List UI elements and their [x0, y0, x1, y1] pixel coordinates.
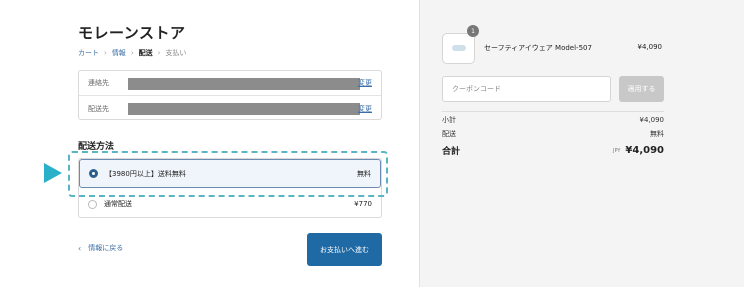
shipping-summary-label: 配送 [442, 130, 456, 138]
contact-label: 連絡先 [88, 79, 109, 87]
pointer-arrow-icon [44, 163, 62, 183]
breadcrumb-separator: › [130, 49, 134, 57]
contact-info-box: 連絡先 変更 配送先 変更 [78, 70, 382, 120]
shipping-option-price: ¥770 [354, 200, 372, 208]
shipping-summary-value: 無料 [650, 130, 664, 138]
product-price: ¥4,090 [637, 43, 663, 51]
breadcrumb-payment: 支払い [165, 49, 187, 57]
shipping-option-label: 通常配送 [104, 200, 132, 208]
total-label: 合計 [442, 147, 461, 157]
breadcrumb-cart[interactable]: カート [78, 48, 99, 58]
shipping-summary-row: 配送 無料 [442, 129, 664, 139]
total-currency: JPY [612, 147, 621, 154]
contact-redacted-value [128, 78, 360, 90]
back-to-info-link[interactable]: ‹ 情報に戻る [78, 243, 123, 253]
eyewear-icon [452, 45, 466, 51]
product-thumbnail [442, 33, 475, 64]
total-row: 合計 JPY ¥4,090 [442, 144, 664, 157]
contact-row: 連絡先 変更 [79, 71, 381, 96]
subtotal-label: 小計 [442, 116, 456, 124]
store-title: モレーンストア [78, 24, 186, 42]
address-change-link[interactable]: 変更 [358, 104, 372, 114]
coupon-code-input[interactable] [442, 76, 611, 102]
radio-unselected-icon[interactable] [88, 199, 97, 209]
address-redacted-value [128, 103, 360, 115]
subtotal-value: ¥4,090 [639, 116, 665, 124]
breadcrumb-shipping: 配送 [138, 49, 153, 57]
total-value: ¥4,090 [625, 145, 664, 156]
back-link-label: 情報に戻る [88, 244, 124, 252]
proceed-to-payment-button[interactable]: お支払いへ進む [307, 233, 382, 266]
chevron-left-icon: ‹ [78, 243, 82, 253]
quantity-badge: 1 [467, 25, 479, 37]
address-row: 配送先 変更 [79, 96, 381, 121]
address-label: 配送先 [88, 104, 109, 113]
product-name: セーフティアイウェア Model-507 [484, 44, 592, 52]
breadcrumb-separator: › [104, 49, 107, 57]
summary-divider [442, 111, 664, 112]
subtotal-row: 小計 ¥4,090 [442, 115, 664, 125]
highlight-dashed-box [68, 151, 388, 197]
contact-change-link[interactable]: 変更 [358, 78, 372, 88]
breadcrumb-separator: › [157, 49, 161, 57]
breadcrumb: カート › 情報 › 配送 › 支払い [78, 48, 186, 58]
breadcrumb-info[interactable]: 情報 [112, 48, 126, 58]
apply-coupon-button[interactable]: 適用する [619, 76, 664, 102]
